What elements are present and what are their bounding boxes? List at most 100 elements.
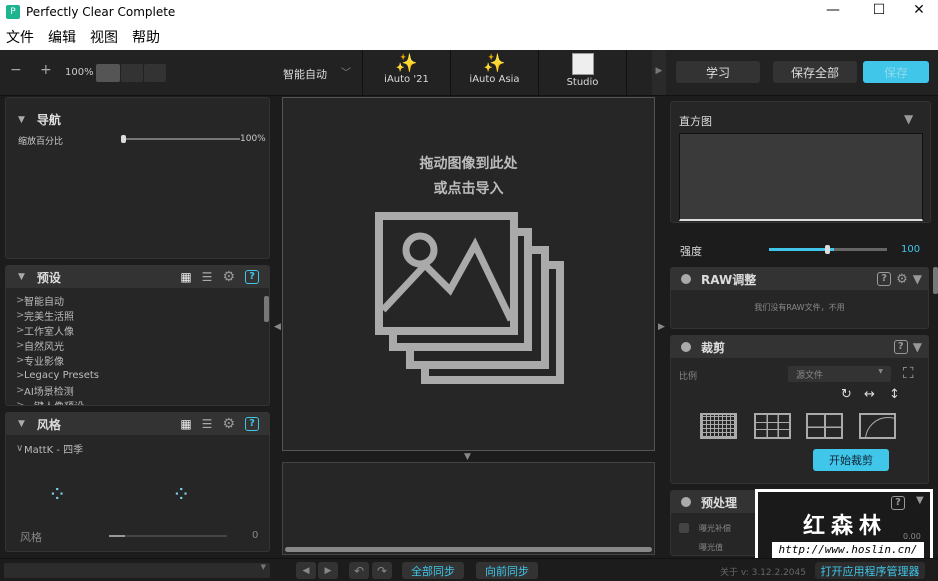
- maximize-button[interactable]: ☐: [864, 2, 894, 18]
- menu-view[interactable]: 视图: [90, 27, 118, 47]
- grid-view-icon[interactable]: ▦: [180, 270, 191, 284]
- preset-select[interactable]: 智能自动: [283, 66, 327, 82]
- zoom-out-button[interactable]: −: [10, 62, 22, 78]
- image-drop-area[interactable]: 拖动图像到此处 或点击导入: [282, 97, 655, 451]
- grid-overlay-quarters[interactable]: [806, 413, 843, 439]
- preset-iauto21[interactable]: ✨ iAuto '21: [363, 50, 451, 95]
- minimize-button[interactable]: —: [818, 2, 848, 18]
- compare-view-button[interactable]: [144, 64, 166, 82]
- menu-edit[interactable]: 编辑: [48, 27, 76, 47]
- chevron-down-icon[interactable]: ﹀: [341, 64, 351, 79]
- histogram-panel: 直方图 ▼: [670, 101, 931, 223]
- scroll-right-button[interactable]: ▶: [652, 50, 666, 95]
- grid-view-icon[interactable]: ▦: [180, 417, 191, 431]
- gear-icon[interactable]: ⚙: [896, 272, 908, 287]
- flip-horizontal-icon[interactable]: ↔: [864, 387, 875, 402]
- rotate-icon[interactable]: ↻: [841, 387, 852, 402]
- help-icon[interactable]: ?: [245, 417, 259, 431]
- list-item[interactable]: >一键人像预设: [6, 398, 269, 405]
- toggle-icon[interactable]: [681, 274, 691, 284]
- flip-vertical-icon[interactable]: ↕: [889, 387, 900, 402]
- collapse-icon[interactable]: ▼: [913, 272, 922, 286]
- style-panel: ▼ 风格 ▦ ☰ ⚙? ∨ MattK - 四季 ⁘ ⁘ 风格 0: [5, 412, 270, 552]
- collapse-left-icon[interactable]: ◀: [274, 322, 281, 332]
- preset-studio[interactable]: Studio: [539, 50, 627, 95]
- right-scrollbar[interactable]: [933, 267, 938, 294]
- start-crop-button[interactable]: 开始裁剪: [813, 449, 889, 471]
- list-view-icon[interactable]: ☰: [202, 270, 213, 284]
- gear-icon[interactable]: ⚙: [222, 416, 235, 432]
- collapse-icon[interactable]: ▼: [18, 272, 25, 282]
- bottom-select[interactable]: ▼: [4, 563, 270, 578]
- collapse-icon[interactable]: ▼: [913, 340, 922, 354]
- redo-button[interactable]: ↷: [372, 562, 392, 579]
- menu-file[interactable]: 文件: [6, 27, 34, 47]
- slider-handle[interactable]: [825, 245, 830, 254]
- list-item[interactable]: > 完美生活照: [6, 308, 269, 323]
- strength-label: 强度: [680, 245, 702, 258]
- undo-button[interactable]: ↶: [349, 562, 369, 579]
- style-slider[interactable]: [109, 535, 227, 537]
- collapse-right-icon[interactable]: ▶: [658, 322, 665, 332]
- slider-handle[interactable]: [121, 135, 126, 143]
- grid-overlay-fine[interactable]: [700, 413, 737, 439]
- crop-panel: 裁剪 ? ▼ 比例 源文件 ▼ ⛶ ↻ ↔ ↕ 开始裁剪: [670, 335, 929, 484]
- loading-spinner-icon: ⁘: [48, 483, 67, 508]
- list-item[interactable]: > AI场景检测: [6, 383, 269, 398]
- previous-button[interactable]: ◀: [296, 562, 316, 579]
- golden-spiral-overlay[interactable]: [859, 413, 896, 439]
- save-all-button[interactable]: 保存全部: [773, 61, 857, 83]
- help-icon[interactable]: ?: [877, 272, 892, 286]
- list-item[interactable]: > 专业影像: [6, 353, 269, 368]
- gear-icon[interactable]: ⚙: [222, 269, 235, 285]
- save-button[interactable]: 保存: [863, 61, 929, 83]
- sync-forward-button[interactable]: 向前同步: [476, 562, 538, 579]
- list-item[interactable]: > 智能自动: [6, 293, 269, 308]
- toggle-icon[interactable]: [681, 497, 691, 507]
- style-group[interactable]: ∨ MattK - 四季: [6, 441, 269, 456]
- single-view-button[interactable]: [96, 64, 120, 82]
- raw-message: 我们没有RAW文件，不用: [754, 303, 845, 312]
- strength-value: 100: [901, 244, 921, 255]
- collapse-icon[interactable]: ▼: [904, 112, 913, 126]
- list-view-icon[interactable]: ☰: [202, 417, 213, 431]
- scrollbar[interactable]: [264, 296, 269, 322]
- ratio-select[interactable]: 源文件 ▼: [788, 366, 891, 382]
- collapse-icon[interactable]: ▼: [18, 115, 25, 125]
- crop-icon[interactable]: ⛶: [903, 364, 914, 382]
- menu-help[interactable]: 帮助: [132, 27, 160, 47]
- collapse-filmstrip-icon[interactable]: ▼: [464, 452, 471, 462]
- strength-slider[interactable]: [769, 245, 887, 254]
- zoom-in-button[interactable]: +: [40, 62, 52, 78]
- panel-title: 预设: [36, 270, 61, 285]
- watermark-url: http://www.hoslin.cn/: [772, 542, 924, 558]
- list-item[interactable]: > 自然风光: [6, 338, 269, 353]
- histogram-title: 直方图: [679, 115, 712, 128]
- watermark: ? ▼ 红森林 0.00 http://www.hoslin.cn/: [755, 489, 933, 563]
- exposure-comp-checkbox[interactable]: [679, 523, 689, 533]
- help-icon[interactable]: ?: [893, 340, 908, 354]
- exposure-comp-label: 曝光补偿: [699, 524, 731, 533]
- filmstrip-scrollbar[interactable]: [285, 547, 652, 552]
- watermark-logo: 红森林: [803, 514, 888, 539]
- list-item[interactable]: > 工作室人像: [6, 323, 269, 338]
- style-slider-value: 0: [252, 530, 259, 541]
- app-manager-button[interactable]: 打开应用程序管理器: [815, 562, 925, 579]
- zoom-slider[interactable]: [121, 135, 240, 143]
- exposure-value: 0.00: [903, 532, 921, 541]
- sync-all-button[interactable]: 全部同步: [402, 562, 464, 579]
- next-button[interactable]: ▶: [318, 562, 338, 579]
- list-item[interactable]: > Legacy Presets: [6, 368, 269, 383]
- collapse-icon[interactable]: ▼: [916, 495, 924, 506]
- grid-overlay-thirds[interactable]: [754, 413, 791, 439]
- menu-bar: 文件 编辑 视图 帮助: [0, 24, 938, 50]
- split-view-button[interactable]: [121, 64, 143, 82]
- toggle-icon[interactable]: [681, 342, 691, 352]
- preset-iauto-asia[interactable]: ✨ iAuto Asia: [451, 50, 539, 95]
- title-bar: P Perfectly Clear Complete — ☐ ✕: [0, 0, 938, 24]
- help-icon[interactable]: ?: [891, 496, 905, 510]
- help-icon[interactable]: ?: [245, 270, 259, 284]
- learn-button[interactable]: 学习: [676, 61, 760, 83]
- close-button[interactable]: ✕: [904, 2, 934, 18]
- collapse-icon[interactable]: ▼: [18, 419, 25, 429]
